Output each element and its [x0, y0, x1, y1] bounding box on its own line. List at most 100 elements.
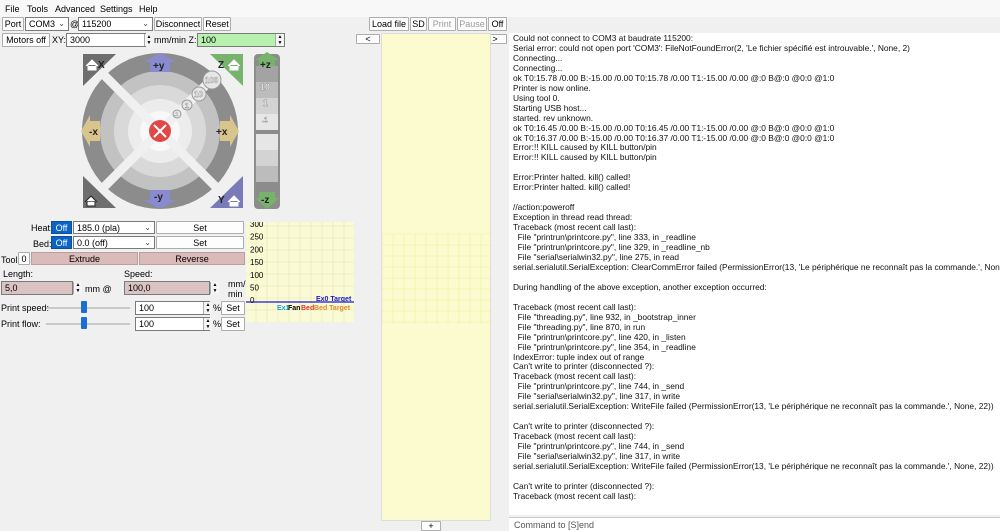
mm-min-label-2: min: [228, 289, 243, 299]
menu-tools[interactable]: Tools: [27, 4, 48, 14]
menu-bar: File Tools Advanced Settings Help: [0, 0, 1000, 17]
print-flow-input[interactable]: 100: [135, 317, 210, 331]
print-speed-value: 100: [139, 303, 155, 313]
length-value: 5,0: [5, 283, 18, 293]
z-step-1-label: 1: [263, 98, 268, 108]
console-line: Serial error: could not open port 'COM3'…: [513, 42, 910, 53]
z-spinner[interactable]: ▲ ▼: [275, 34, 284, 46]
print-speed-slider-thumb[interactable]: [80, 301, 87, 313]
plus-y-label: +y: [153, 61, 165, 72]
bed-set-button[interactable]: Set: [156, 236, 244, 249]
chevron-down-icon: ⌄: [58, 19, 65, 29]
console-line: Error:Printer halted. kill() called!: [513, 182, 631, 193]
port-value: COM3: [29, 19, 56, 29]
home-x-label: X: [98, 60, 105, 71]
console-line: serial.serialutil.SerialException: Write…: [513, 460, 994, 471]
console-log[interactable]: Could not connect to COM3 at baudrate 11…: [509, 33, 1000, 515]
bed-off-button[interactable]: Off: [51, 236, 72, 249]
pause-button[interactable]: Pause: [457, 17, 487, 31]
print-speed-slider-track[interactable]: [46, 307, 130, 309]
load-file-button[interactable]: Load file: [369, 17, 409, 31]
mmmin-z-label: mm/min Z:: [154, 35, 197, 45]
minus-x-label: -x: [89, 127, 98, 138]
print-flow-value: 100: [139, 319, 155, 329]
legend-bed: Bed: [301, 305, 314, 312]
print-flow-spinner[interactable]: ▲ ▼: [203, 318, 212, 330]
menu-advanced[interactable]: Advanced: [55, 4, 95, 14]
graph-y-ticks: 300 250 200 150 100 50 0: [250, 222, 264, 305]
gcode-preview-panel[interactable]: [381, 33, 492, 521]
print-flow-set-button[interactable]: Set: [221, 317, 245, 331]
graph-y-tick: 0: [250, 296, 255, 305]
menu-file[interactable]: File: [5, 4, 20, 14]
heat-set-button[interactable]: Set: [156, 221, 244, 234]
preview-plus-button[interactable]: +: [421, 521, 441, 531]
minus-z-label: -z: [261, 195, 269, 206]
port-select[interactable]: COM3 ⌄: [25, 17, 69, 31]
console-line: Connecting...: [513, 52, 563, 63]
disconnect-button[interactable]: Disconnect: [154, 17, 202, 31]
console-line: File "printrun\printcore.py", line 354, …: [513, 341, 696, 352]
extrude-button[interactable]: Extrude: [31, 252, 138, 265]
graph-y-tick: 50: [250, 284, 259, 293]
print-speed-label: Print speed:: [1, 303, 50, 313]
heat-off-button[interactable]: Off: [51, 221, 72, 234]
reset-button[interactable]: Reset: [203, 17, 231, 31]
bed-label: Bed:: [33, 239, 52, 249]
menu-settings[interactable]: Settings: [100, 4, 133, 14]
graph-y-tick: 150: [250, 258, 264, 267]
length-input[interactable]: 5,0: [1, 281, 73, 295]
heat-select[interactable]: 185.0 (pla) ⌄: [73, 221, 155, 234]
home-z-label: Z: [218, 60, 224, 71]
xy-feedrate-input[interactable]: 3000: [66, 33, 146, 47]
legend-bed-target: Bed Target: [314, 305, 351, 312]
speed-input[interactable]: 100,0: [124, 281, 210, 295]
plus-z-label: +z: [260, 60, 271, 71]
graph-y-tick: 200: [250, 245, 264, 254]
tool-select-button[interactable]: 0: [18, 252, 30, 265]
xy-feedrate-value: 3000: [70, 35, 91, 45]
step-01-label: .1: [174, 112, 178, 118]
speed-value: 100,0: [128, 283, 151, 293]
motors-off-button[interactable]: Motors off: [2, 33, 50, 47]
graph-y-tick: 250: [250, 233, 264, 242]
z-feedrate-input[interactable]: 100: [197, 33, 285, 47]
length-spinner[interactable]: ▲ ▼: [73, 282, 82, 294]
print-button[interactable]: Print: [428, 17, 456, 31]
chevron-down-icon: ⌄: [142, 19, 149, 29]
step-100-label: 100: [205, 76, 219, 85]
console-line: serial.serialutil.SerialException: Clear…: [513, 261, 1000, 272]
print-flow-label: Print flow:: [1, 319, 41, 329]
z-step-10-label: 10: [260, 82, 270, 92]
home-y-label: Y: [218, 195, 225, 206]
plus-x-label: +x: [216, 127, 228, 138]
legend-fan: Fan: [288, 305, 300, 312]
ex0-target-label: Ex0 Target: [316, 296, 352, 303]
xy-jog-control[interactable]: X Z Y +y -y -x +x 100 10 1 .1: [80, 52, 246, 212]
bed-select[interactable]: 0.0 (off) ⌄: [73, 236, 155, 249]
print-speed-set-button[interactable]: Set: [221, 301, 245, 315]
chevron-down-icon: ⌄: [144, 237, 151, 247]
console-line: Printer is now online.: [513, 82, 591, 93]
heat-label: Heat:: [31, 223, 53, 233]
command-input[interactable]: Command to [S]end: [509, 517, 1000, 531]
z-feedrate-value: 100: [201, 35, 217, 45]
minus-y-label: -y: [154, 192, 163, 203]
sd-button[interactable]: SD: [410, 17, 427, 31]
collapse-left-button[interactable]: <: [356, 34, 380, 44]
print-flow-slider-track[interactable]: [46, 323, 130, 325]
speed-spinner[interactable]: ▲ ▼: [210, 282, 219, 294]
z-jog-control[interactable]: +z 10 1 .1 -z: [252, 52, 282, 212]
menu-help[interactable]: Help: [139, 4, 158, 14]
off-button[interactable]: Off: [488, 17, 507, 31]
print-speed-input[interactable]: 100: [135, 301, 210, 315]
print-speed-spinner[interactable]: ▲ ▼: [203, 302, 212, 314]
reverse-button[interactable]: Reverse: [139, 252, 245, 265]
baud-value: 115200: [82, 19, 112, 29]
xy-spinner[interactable]: ▲ ▼: [144, 34, 153, 46]
baud-select[interactable]: 115200 ⌄: [78, 17, 153, 31]
console-line: Error:!! KILL caused by KILL button/pin: [513, 152, 657, 163]
print-flow-slider-thumb[interactable]: [80, 317, 87, 329]
port-button[interactable]: Port: [2, 17, 24, 31]
